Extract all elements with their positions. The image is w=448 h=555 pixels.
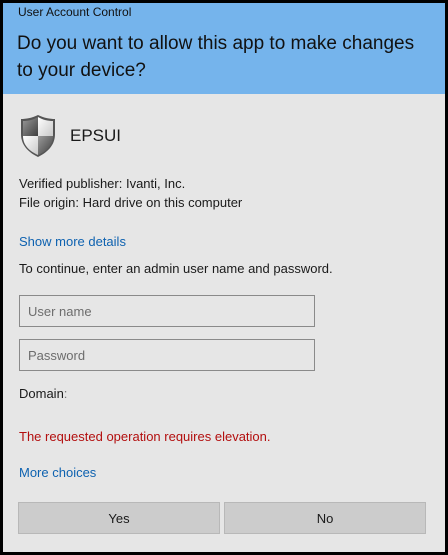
uac-shield-icon: [21, 115, 55, 157]
no-button[interactable]: No: [224, 502, 426, 534]
file-origin: File origin: Hard drive on this computer: [19, 195, 243, 210]
yes-button[interactable]: Yes: [18, 502, 220, 534]
domain-label-text: Domain: [19, 386, 64, 401]
domain-label-colon: :: [63, 386, 68, 401]
error-message: The requested operation requires elevati…: [19, 429, 271, 444]
app-info-row: EPSUI: [19, 114, 121, 158]
uac-dialog: User Account Control Do you want to allo…: [3, 3, 445, 552]
username-input[interactable]: [19, 295, 315, 327]
show-more-details-link[interactable]: Show more details: [19, 234, 126, 249]
password-input[interactable]: [19, 339, 315, 371]
domain-label: Domain:: [19, 386, 67, 401]
more-choices-link[interactable]: More choices: [19, 465, 96, 480]
credentials-instruction: To continue, enter an admin user name an…: [19, 261, 333, 276]
dialog-question: Do you want to allow this app to make ch…: [17, 33, 415, 81]
verified-publisher: Verified publisher: Ivanti, Inc.: [19, 176, 186, 191]
dialog-header: User Account Control Do you want to allo…: [3, 3, 445, 94]
app-name: EPSUI: [70, 126, 122, 145]
window-title: User Account Control: [18, 5, 132, 19]
